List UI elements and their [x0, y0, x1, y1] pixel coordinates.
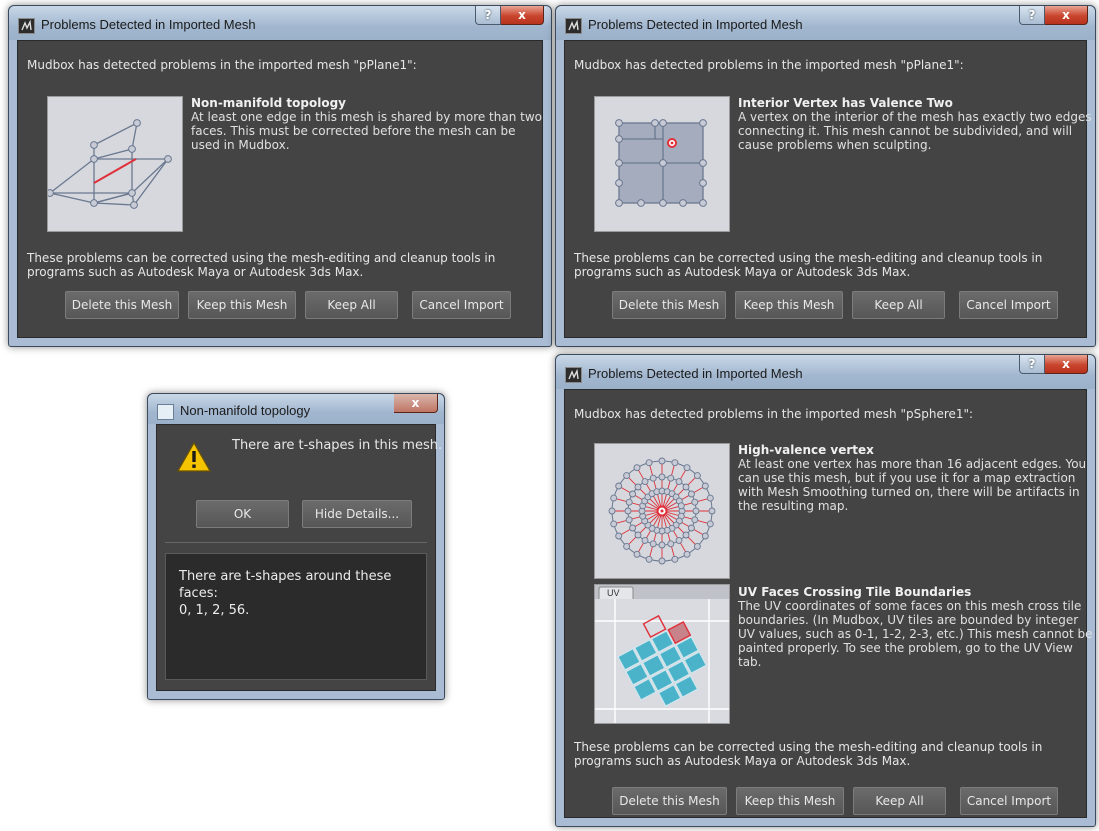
keep-all-button[interactable]: Keep All	[852, 291, 945, 319]
problem-title: High-valence vertex	[738, 443, 874, 457]
intro-text: Mudbox has detected problems in the impo…	[574, 407, 974, 421]
dialog-body: Mudbox has detected problems in the impo…	[564, 40, 1092, 338]
keep-mesh-button[interactable]: Keep this Mesh	[735, 291, 843, 319]
non-manifold-details-dialog: Non-manifold topology x There are t-shap…	[147, 393, 445, 700]
problem-title: Non-manifold topology	[191, 96, 346, 110]
footer-text: These problems can be corrected using th…	[27, 251, 496, 279]
divider	[165, 542, 427, 543]
footer-text: These problems can be corrected using th…	[574, 740, 1043, 768]
window-icon	[157, 404, 174, 420]
title-bar[interactable]: Problems Detected in Imported Mesh ? x	[9, 6, 551, 40]
cancel-import-button[interactable]: Cancel Import	[959, 291, 1058, 319]
problem-description: A vertex on the interior of the mesh has…	[738, 110, 1092, 152]
dialog-body: Mudbox has detected problems in the impo…	[17, 40, 543, 338]
problem-description: At least one vertex has more than 16 adj…	[738, 457, 1087, 513]
warning-message: There are t-shapes in this mesh.	[232, 438, 443, 453]
valence-two-illustration-icon	[594, 96, 730, 232]
problems-dialog-1: Problems Detected in Imported Mesh ? x M…	[8, 5, 552, 347]
ok-button[interactable]: OK	[196, 500, 289, 528]
mudbox-app-icon	[18, 18, 35, 34]
cancel-import-button[interactable]: Cancel Import	[960, 787, 1058, 815]
delete-mesh-button[interactable]: Delete this Mesh	[65, 291, 179, 319]
title-bar[interactable]: Non-manifold topology x	[148, 394, 444, 424]
title-bar[interactable]: Problems Detected in Imported Mesh ? x	[556, 6, 1095, 40]
keep-mesh-button[interactable]: Keep this Mesh	[736, 787, 844, 815]
keep-all-button[interactable]: Keep All	[305, 291, 398, 319]
problem-description: The UV coordinates of some faces on this…	[738, 599, 1093, 669]
hide-details-button[interactable]: Hide Details...	[302, 500, 412, 528]
help-button[interactable]: ?	[1019, 355, 1045, 374]
close-button[interactable]: x	[1045, 355, 1088, 374]
intro-text: Mudbox has detected problems in the impo…	[27, 58, 417, 72]
window-title: Problems Detected in Imported Mesh	[588, 17, 803, 32]
window-title: Problems Detected in Imported Mesh	[588, 366, 803, 381]
uv-tab-label: UV	[607, 588, 620, 598]
intro-text: Mudbox has detected problems in the impo…	[574, 58, 964, 72]
window-title: Problems Detected in Imported Mesh	[41, 17, 256, 32]
keep-mesh-button[interactable]: Keep this Mesh	[188, 291, 296, 319]
cancel-import-button[interactable]: Cancel Import	[412, 291, 511, 319]
mudbox-app-icon	[565, 18, 582, 34]
close-button[interactable]: x	[1045, 6, 1088, 25]
delete-mesh-button[interactable]: Delete this Mesh	[612, 787, 727, 815]
dialog-body: Mudbox has detected problems in the impo…	[564, 389, 1093, 818]
non-manifold-illustration-icon	[47, 96, 183, 232]
problems-dialog-2: Problems Detected in Imported Mesh ? x M…	[555, 5, 1096, 347]
high-valence-illustration-icon	[594, 443, 730, 579]
problem-title: Interior Vertex has Valence Two	[738, 96, 953, 110]
delete-mesh-button[interactable]: Delete this Mesh	[612, 291, 726, 319]
window-title: Non-manifold topology	[180, 403, 311, 418]
help-button[interactable]: ?	[1019, 6, 1045, 25]
warning-icon	[177, 441, 211, 472]
problems-dialog-3: Problems Detected in Imported Mesh ? x M…	[555, 354, 1096, 827]
close-button[interactable]: x	[394, 394, 438, 413]
keep-all-button[interactable]: Keep All	[853, 787, 946, 815]
mudbox-app-icon	[565, 367, 582, 383]
title-bar[interactable]: Problems Detected in Imported Mesh ? x	[556, 355, 1095, 389]
dialog-body: There are t-shapes in this mesh. OK Hide…	[156, 424, 442, 691]
footer-text: These problems can be corrected using th…	[574, 251, 1043, 279]
details-text-area[interactable]: There are t-shapes around these faces: 0…	[165, 553, 427, 680]
uv-tile-illustration-icon: UV	[594, 584, 730, 724]
problem-title: UV Faces Crossing Tile Boundaries	[738, 585, 972, 599]
help-button[interactable]: ?	[475, 6, 501, 25]
problem-description: At least one edge in this mesh is shared…	[191, 110, 542, 152]
close-button[interactable]: x	[501, 6, 544, 25]
